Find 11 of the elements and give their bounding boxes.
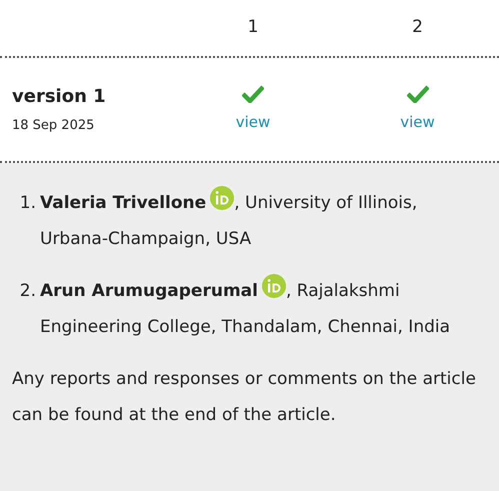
note-text: Any reports and responses or comments on the article can be found at the end of the article.	[12, 368, 477, 427]
column-header: 1	[248, 17, 258, 38]
column-header: 2	[412, 17, 423, 38]
list-number: 1.	[20, 193, 36, 213]
version-label: version 1	[12, 86, 106, 108]
author-entry: Arun Arumugaperumal , Rajalakshmi Engineering College, Thandalam, Chennai, India	[40, 273, 489, 345]
list-number: 2.	[20, 281, 36, 301]
author-entry: Valeria Trivellone , University of Illinois, Urbana-Champaign, USA	[40, 185, 489, 257]
view-link[interactable]: view	[236, 111, 270, 134]
version-date: 18 Sep 2025	[12, 118, 94, 134]
view-link[interactable]: view	[400, 111, 435, 134]
